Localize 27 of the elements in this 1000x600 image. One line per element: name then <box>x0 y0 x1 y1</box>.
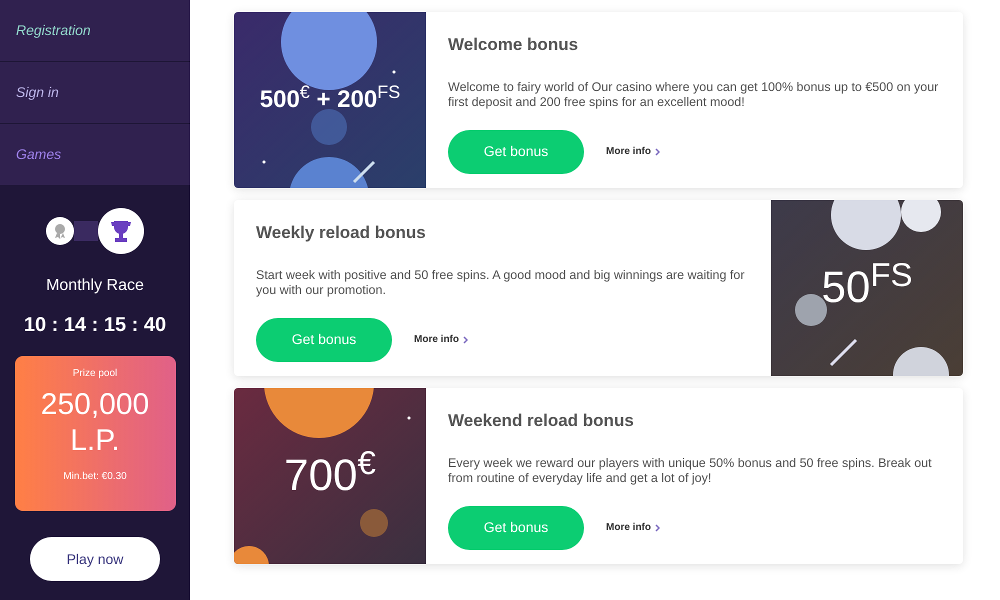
play-now-button[interactable]: Play now <box>30 537 160 581</box>
bonus-title: Weekly reload bonus <box>256 222 427 244</box>
race-title: Monthly Race <box>46 276 144 296</box>
minimum-bet: Min.bet: €0.30 <box>63 470 127 484</box>
promo-amount: 700$^{€}$ <box>284 443 376 502</box>
bonus-description: Start week with positive and 50 free spins. A good mood and big winnings are waiting for you with our promotion. <box>256 268 746 298</box>
bonus-title: Welcome bonus <box>448 34 580 56</box>
menu-item[interactable]: Sign in <box>0 62 190 124</box>
bonus-description: Welcome to fairy world of Our casino where you can get 100% bonus up to €500 on your first deposit and 200 free spins for an excellent mood! <box>448 80 940 110</box>
medal-icon <box>53 223 67 239</box>
promo-amount: 500$^{€}$ + 200$^{FS}$ <box>260 82 400 115</box>
promo-amount: 50$^{FS}$ <box>821 255 913 314</box>
more-info-link[interactable]: More info <box>606 144 660 159</box>
menu-item[interactable]: Registration <box>0 0 190 62</box>
countdown-timer: 10 : 14 : 15 : 40 <box>24 313 166 338</box>
connector-bar <box>74 221 98 241</box>
prize-label: Prize pool <box>72 367 118 381</box>
chevron-right-icon <box>655 148 660 156</box>
bonus-title: Weekend reload bonus <box>448 410 635 432</box>
prize-amount: 250,000 L.P. <box>40 387 150 459</box>
chevron-right-icon <box>463 336 468 344</box>
bonus-description: Every week we reward our players with unique 50% bonus and 50 free spins. Break out from routine of everyday life and get a lot of joy! <box>448 456 933 486</box>
menu-item[interactable]: Games <box>0 124 190 186</box>
trophy-icon <box>110 219 132 243</box>
more-info-link[interactable]: More info <box>606 520 660 535</box>
chevron-right-icon <box>655 524 660 532</box>
more-info-link[interactable]: More info <box>414 332 468 347</box>
